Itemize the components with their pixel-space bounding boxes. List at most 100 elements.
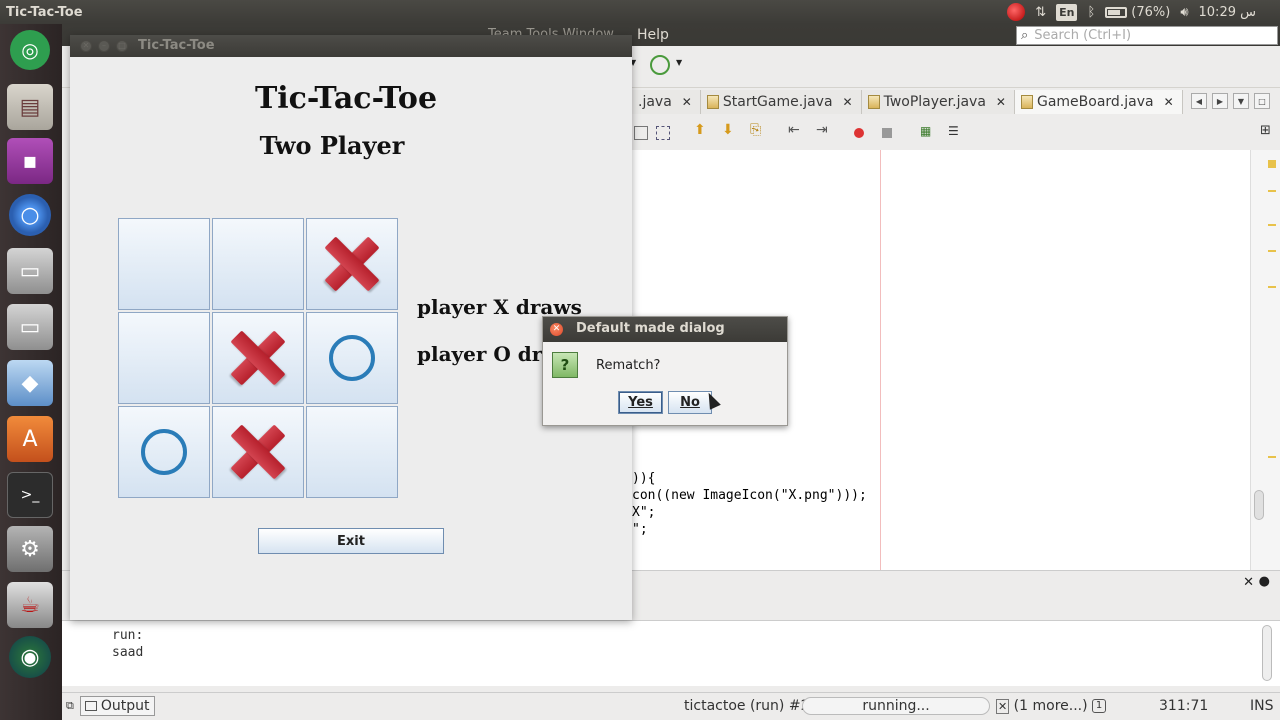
notification-icon[interactable]: 1 xyxy=(1092,699,1106,713)
ubuntu-dash-icon[interactable]: ◎ xyxy=(10,30,50,70)
record-indicator-icon[interactable] xyxy=(1007,3,1026,21)
maximize-icon[interactable]: □ xyxy=(116,40,128,52)
stripe-mark[interactable] xyxy=(1268,456,1276,458)
stripe-mark[interactable] xyxy=(1268,160,1276,168)
board-cell[interactable] xyxy=(306,312,398,404)
network-icon[interactable]: ⇅ xyxy=(1035,5,1046,20)
restore-window-icon[interactable]: ⧉ xyxy=(66,699,74,713)
system-settings-icon[interactable]: ⚙ xyxy=(7,526,53,572)
select-icon[interactable] xyxy=(656,126,670,140)
find-icon[interactable]: ⎘ xyxy=(750,122,764,138)
editor-scrollbar[interactable] xyxy=(1250,150,1266,570)
comment-icon[interactable]: ▦ xyxy=(920,124,934,138)
menu-help[interactable]: Help xyxy=(637,27,669,43)
slides-app-icon[interactable]: ▪ xyxy=(7,138,53,184)
board-cell[interactable] xyxy=(212,218,304,310)
window-title: Tic-Tac-Toe xyxy=(138,38,215,53)
close-icon[interactable]: ✕ xyxy=(1164,95,1174,109)
profile-icon[interactable] xyxy=(650,55,670,75)
x-mark-icon xyxy=(325,237,379,291)
chrome-icon[interactable]: ○ xyxy=(9,194,51,236)
tab-label: GameBoard.java xyxy=(1036,94,1154,110)
maximize-icon[interactable]: □ xyxy=(1254,93,1270,109)
java-app-icon[interactable]: ☕ xyxy=(7,582,53,628)
stripe-mark[interactable] xyxy=(1268,250,1276,252)
uncomment-icon[interactable]: ☰ xyxy=(948,124,962,138)
battery-indicator[interactable]: (76%) xyxy=(1105,5,1170,20)
software-center-icon[interactable]: A xyxy=(7,416,53,462)
shift-right-icon[interactable]: ⇥ xyxy=(816,122,830,138)
board-cell[interactable] xyxy=(118,406,210,498)
record-macro-icon[interactable] xyxy=(854,128,864,138)
editor-tabs: .java ✕ StartGame.java ✕ TwoPlayer.java … xyxy=(632,90,1183,114)
o-mark-icon xyxy=(329,335,375,381)
stripe-mark[interactable] xyxy=(1268,190,1276,192)
code-line: X"; xyxy=(632,505,656,520)
close-icon[interactable]: ✕ xyxy=(80,40,92,52)
output-line: run: xyxy=(112,628,144,643)
toggle-bookmark-icon[interactable] xyxy=(634,126,648,140)
close-icon[interactable]: ✕ xyxy=(1243,575,1254,590)
output-line: saad xyxy=(112,645,144,660)
game-titlebar[interactable]: ✕ – □ Tic-Tac-Toe xyxy=(70,35,632,57)
tab-twoplayer[interactable]: TwoPlayer.java ✕ xyxy=(861,90,1015,114)
task-label: tictactoe (run) #2 xyxy=(684,698,810,714)
board-cell[interactable] xyxy=(212,406,304,498)
output-tab[interactable]: Output xyxy=(79,696,155,716)
board-cell[interactable] xyxy=(212,312,304,404)
terminal-icon[interactable]: >_ xyxy=(7,472,53,518)
previous-bookmark-icon[interactable]: ⬆ xyxy=(694,122,708,138)
expand-icon[interactable]: ⊞ xyxy=(1260,123,1274,138)
close-icon[interactable]: ✕ xyxy=(550,323,563,336)
more-tasks-link[interactable]: ✕ (1 more...) xyxy=(996,698,1088,714)
code-text: )){ con((new ImageIcon("X.png"))); X"; "… xyxy=(632,470,867,538)
o-mark-icon xyxy=(141,429,187,475)
scroll-right-icon[interactable]: ▶ xyxy=(1212,93,1228,109)
stripe-mark[interactable] xyxy=(1268,286,1276,288)
close-icon[interactable]: ✕ xyxy=(996,95,1006,109)
battery-percent: (76%) xyxy=(1131,4,1171,20)
search-input[interactable]: ⌕ Search (Ctrl+I) xyxy=(1016,26,1278,45)
stop-macro-icon[interactable] xyxy=(882,128,892,138)
question-icon: ? xyxy=(552,352,578,378)
drive-icon-2[interactable]: ▭ xyxy=(7,304,53,350)
shift-left-icon[interactable]: ⇤ xyxy=(788,122,802,138)
board-cell[interactable] xyxy=(306,406,398,498)
cancel-task-icon[interactable]: ✕ xyxy=(996,699,1010,714)
color-picker-icon[interactable]: ◉ xyxy=(9,636,51,678)
java-file-icon xyxy=(867,95,880,109)
scroll-left-icon[interactable]: ◀ xyxy=(1191,93,1207,109)
clock[interactable]: 10:29 س xyxy=(1199,5,1256,20)
close-icon[interactable]: ✕ xyxy=(843,95,853,109)
tab-partial-java[interactable]: .java ✕ xyxy=(632,90,701,114)
tab-list-icon[interactable]: ▼ xyxy=(1233,93,1249,109)
output-panel[interactable]: run: saad xyxy=(62,620,1280,686)
search-placeholder: Search (Ctrl+I) xyxy=(1034,28,1132,43)
panel-menu-icon[interactable]: ● xyxy=(1259,574,1270,589)
progress-bar[interactable]: running... xyxy=(802,697,990,715)
drive-icon[interactable]: ▭ xyxy=(7,248,53,294)
next-bookmark-icon[interactable]: ⬇ xyxy=(722,122,736,138)
board-cell[interactable] xyxy=(118,312,210,404)
tab-gameboard[interactable]: GameBoard.java ✕ xyxy=(1014,90,1183,114)
output-scrollbar[interactable] xyxy=(1262,625,1272,681)
board-cell[interactable] xyxy=(306,218,398,310)
keyboard-layout-indicator[interactable]: En xyxy=(1056,3,1078,21)
scrollbar-thumb[interactable] xyxy=(1254,490,1264,520)
volume-icon[interactable]: 🔊︎ xyxy=(1180,5,1188,20)
board-cell[interactable] xyxy=(118,218,210,310)
yes-button[interactable]: Yes xyxy=(618,391,663,414)
close-icon[interactable]: ✕ xyxy=(682,95,692,109)
minimize-icon[interactable]: – xyxy=(98,40,110,52)
code-line: con((new ImageIcon("X.png"))); xyxy=(632,488,867,503)
dialog-titlebar[interactable]: ✕ Default made dialog xyxy=(543,317,787,342)
dropdown-arrow-icon[interactable]: ▼ xyxy=(676,58,682,67)
tab-startgame[interactable]: StartGame.java ✕ xyxy=(700,90,862,114)
virtualbox-icon[interactable]: ◆ xyxy=(7,360,53,406)
file-manager-icon[interactable]: ▤ xyxy=(7,84,53,130)
exit-button[interactable]: Exit xyxy=(258,528,444,554)
indicator-area: ⇅ En ᛒ (76%) 🔊︎ 10:29 س xyxy=(1007,0,1256,24)
stripe-mark[interactable] xyxy=(1268,224,1276,226)
x-mark-icon xyxy=(231,425,285,479)
bluetooth-icon[interactable]: ᛒ xyxy=(1087,5,1095,20)
